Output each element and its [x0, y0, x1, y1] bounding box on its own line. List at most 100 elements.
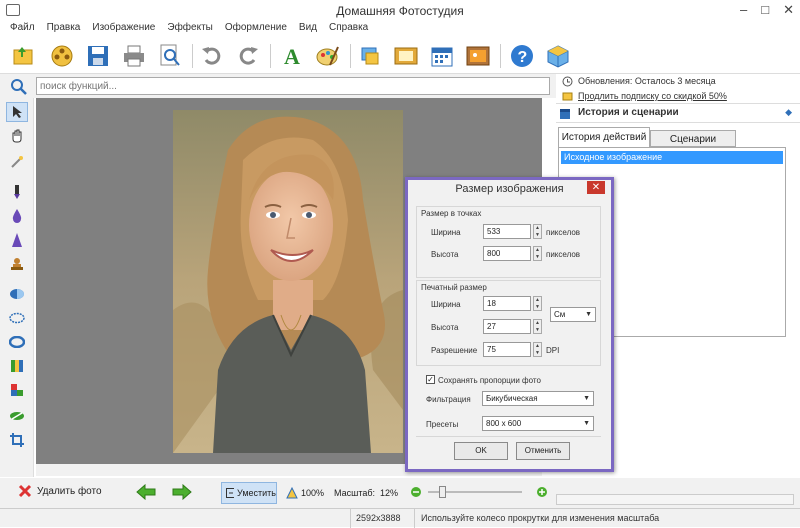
stamp-tool-icon[interactable] [9, 256, 25, 272]
width-input[interactable]: 533 [483, 224, 531, 239]
help-icon[interactable]: ? [508, 42, 536, 70]
updates-text: Обновления: Осталось 3 месяца [578, 76, 716, 86]
menu-view[interactable]: Вид [299, 22, 317, 38]
unit-select[interactable]: См ▼ [550, 307, 596, 322]
maximize-button[interactable]: □ [761, 2, 769, 18]
collage-icon[interactable] [464, 42, 492, 70]
menu-bar: Файл Правка Изображение Эффекты Оформлен… [0, 22, 800, 38]
print-size-title: Печатный размер [421, 283, 487, 292]
preview-icon[interactable] [156, 42, 184, 70]
preset-label: Пресеты [426, 420, 459, 429]
palette-icon[interactable] [314, 42, 342, 70]
image-size-dialog: Размер изображения ✕ Размер в точках Шир… [405, 177, 614, 472]
lasso-select-icon[interactable] [9, 310, 25, 326]
menu-help[interactable]: Справка [329, 22, 368, 38]
levels-icon[interactable] [9, 358, 25, 374]
height-input[interactable]: 800 [483, 246, 531, 261]
close-window-button[interactable]: ✕ [783, 2, 794, 18]
scale-value: 12% [380, 488, 399, 498]
svg-text:A: A [284, 44, 300, 68]
dialog-titlebar: Размер изображения ✕ [408, 180, 611, 199]
width-spinner[interactable]: ▲ ▼ [533, 224, 542, 239]
zoom-in-icon[interactable] [536, 486, 548, 498]
fit-button[interactable]: Уместить [221, 482, 277, 504]
preset-select-value: 800 x 600 [486, 419, 522, 428]
print-width-spinner[interactable]: ▲ ▼ [533, 296, 542, 311]
prev-arrow-icon[interactable] [136, 484, 156, 500]
portrait-photo [173, 110, 403, 453]
left-toolbar [0, 98, 34, 477]
filter-label: Фильтрация [426, 395, 471, 404]
crop-tool-icon[interactable] [9, 432, 25, 448]
fit-label: Уместить [237, 488, 276, 498]
calendar-icon[interactable] [428, 42, 456, 70]
search-input[interactable] [36, 77, 550, 95]
package-icon[interactable] [544, 42, 572, 70]
undo-icon[interactable] [198, 42, 226, 70]
redo-icon[interactable] [234, 42, 262, 70]
print-width-input[interactable]: 18 [483, 296, 531, 311]
print-height-spinner[interactable]: ▲ ▼ [533, 319, 542, 334]
sharpen-tool-icon[interactable] [9, 232, 25, 248]
subscription-icon [562, 92, 573, 101]
search-row [0, 74, 556, 98]
menu-design[interactable]: Оформление [225, 22, 287, 38]
dialog-title: Размер изображения [455, 183, 564, 195]
save-icon[interactable] [84, 42, 112, 70]
scale-label: Масштаб: [334, 488, 376, 498]
print-width-label: Ширина [431, 300, 461, 309]
collapse-arrow-icon[interactable]: ◆ [785, 107, 792, 118]
dialog-close-button[interactable]: ✕ [587, 181, 605, 194]
preset-select[interactable]: 800 x 600 ▼ [482, 416, 594, 431]
pointer-tool-icon[interactable] [6, 102, 28, 122]
zoom-slider-thumb[interactable] [439, 486, 446, 498]
crop-photo-icon[interactable] [356, 42, 384, 70]
brush-tool-icon[interactable] [9, 184, 25, 200]
drop-tool-icon[interactable] [9, 208, 25, 224]
text-tool-icon[interactable]: A [278, 42, 306, 70]
minimize-button[interactable]: – [740, 2, 747, 18]
resolution-spinner[interactable]: ▲ ▼ [533, 342, 542, 357]
resolution-label: Разрешение [431, 346, 478, 355]
keep-proportions-checkbox[interactable]: ✓ [426, 375, 435, 384]
delete-photo-button[interactable]: Удалить фото [18, 484, 102, 498]
color-balance-icon[interactable] [9, 382, 25, 398]
open-icon[interactable] [10, 42, 38, 70]
ring-select-icon[interactable] [9, 334, 25, 350]
menu-edit[interactable]: Правка [47, 22, 81, 38]
delete-icon [18, 484, 32, 498]
ok-button[interactable]: OK [454, 442, 508, 460]
history-item[interactable]: Исходное изображение [561, 151, 783, 164]
hand-tool-icon[interactable] [9, 128, 25, 144]
menu-image[interactable]: Изображение [92, 22, 155, 38]
pixel-size-group: Размер в точках Ширина 533 ▲ ▼ пикселов В… [416, 206, 601, 278]
right-panel-scrollbar[interactable] [556, 494, 794, 505]
zoom-slider-track[interactable] [428, 486, 522, 498]
cancel-button[interactable]: Отменить [516, 442, 570, 460]
filter-select[interactable]: Бикубическая ▼ [482, 391, 594, 406]
tab-history[interactable]: История действий [558, 127, 650, 147]
tab-scenarios[interactable]: Сценарии [650, 130, 736, 147]
zoom-100-icon [286, 487, 298, 499]
fit-icon [226, 488, 235, 498]
status-hint: Используйте колесо прокрутки для изменен… [421, 513, 660, 523]
panel-icon [560, 109, 570, 119]
frame-icon[interactable] [392, 42, 420, 70]
resolution-input[interactable]: 75 [483, 342, 531, 357]
print-icon[interactable] [120, 42, 148, 70]
next-arrow-icon[interactable] [172, 484, 192, 500]
panel-header: История и сценарии ◆ [556, 103, 800, 123]
keep-proportions-label: Сохранять пропорции фото [438, 376, 541, 385]
ellipse-select-icon[interactable] [9, 286, 25, 302]
zoom-out-icon[interactable] [410, 486, 422, 498]
height-spinner[interactable]: ▲ ▼ [533, 246, 542, 261]
eraser-tool-icon[interactable] [9, 408, 25, 424]
menu-effects[interactable]: Эффекты [167, 22, 212, 38]
chevron-down-icon: ▼ [583, 395, 590, 402]
print-height-input[interactable]: 27 [483, 319, 531, 334]
zoom-100-button[interactable]: 100% [286, 487, 324, 499]
magic-wand-icon[interactable] [9, 154, 25, 170]
subscription-link[interactable]: Продлить подписку со скидкой 50% [578, 91, 727, 101]
menu-file[interactable]: Файл [10, 22, 35, 38]
film-reel-icon[interactable] [48, 42, 76, 70]
